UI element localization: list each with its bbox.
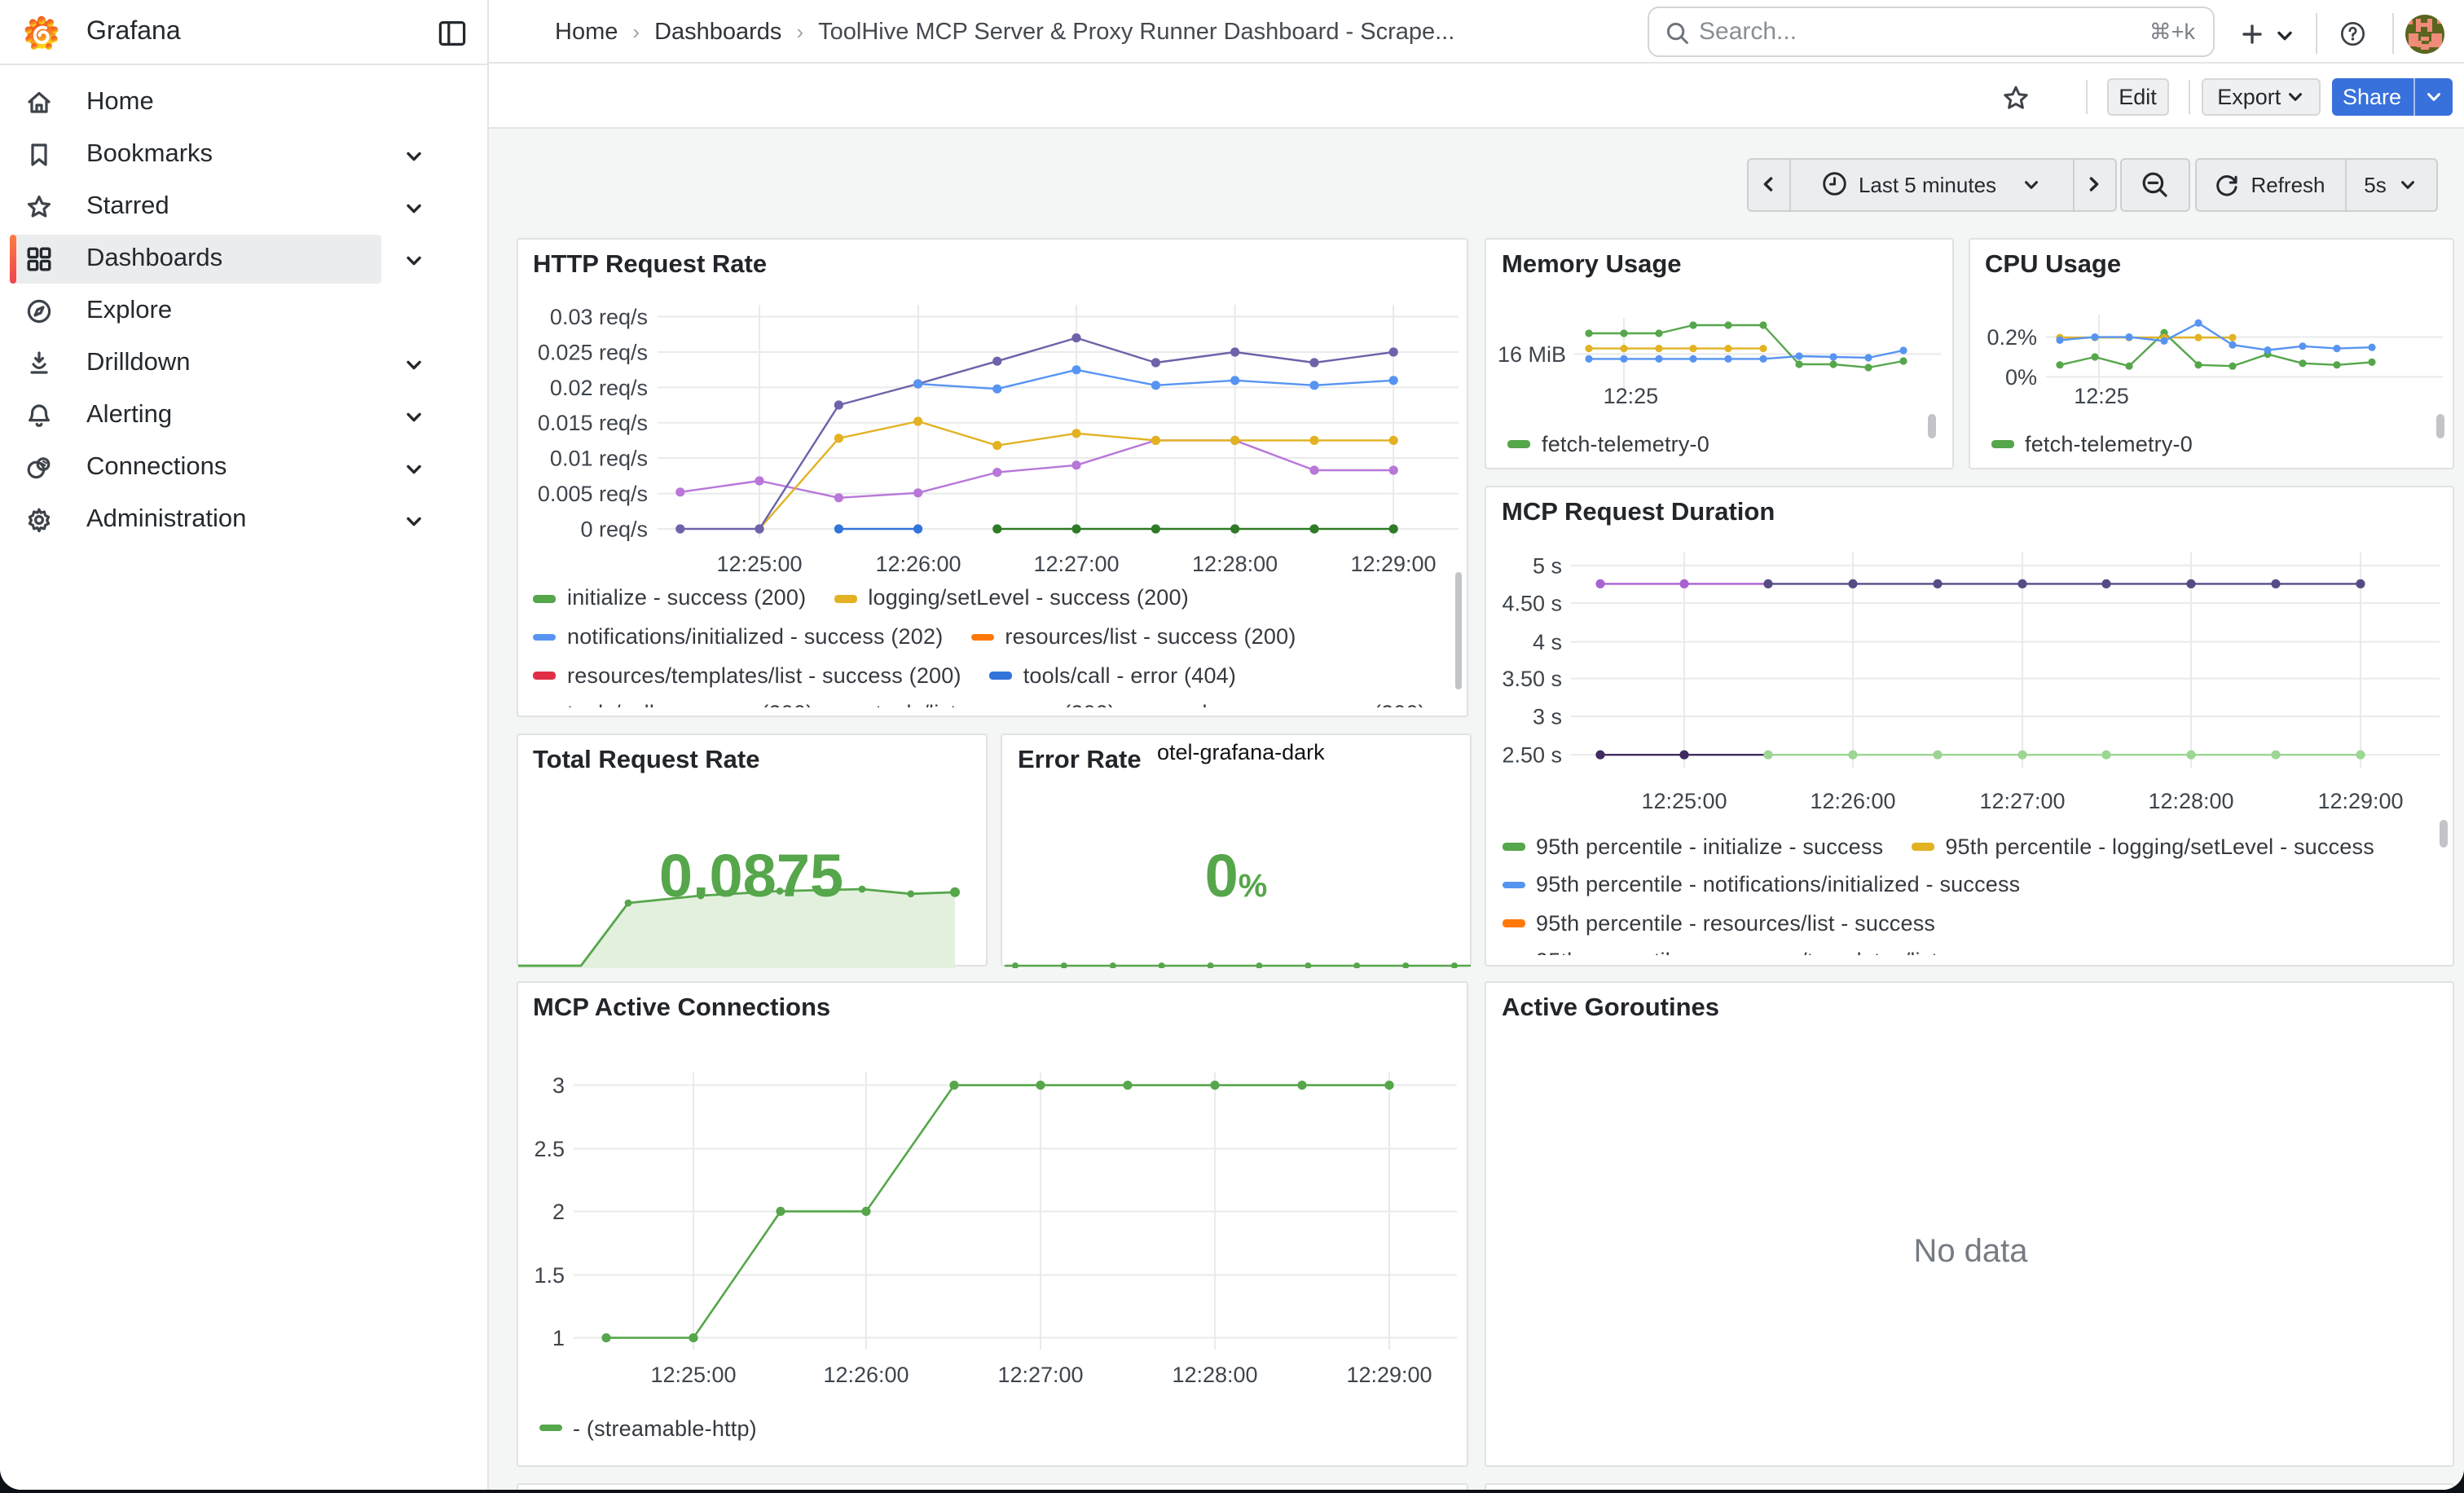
svg-text:2.50 s: 2.50 s xyxy=(1502,742,1562,767)
svg-text:0.015 req/s: 0.015 req/s xyxy=(537,410,647,434)
svg-text:12:25:00: 12:25:00 xyxy=(715,551,801,575)
svg-text:12:28:00: 12:28:00 xyxy=(2148,789,2233,813)
svg-text:12:29:00: 12:29:00 xyxy=(2317,789,2403,813)
svg-text:3.50 s: 3.50 s xyxy=(1502,667,1562,691)
svg-text:3 s: 3 s xyxy=(1533,704,1562,729)
svg-text:4 s: 4 s xyxy=(1533,630,1562,654)
svg-text:12:25: 12:25 xyxy=(2073,383,2128,407)
svg-text:2: 2 xyxy=(552,1200,564,1224)
svg-text:5 s: 5 s xyxy=(1533,553,1562,578)
svg-text:12:27:00: 12:27:00 xyxy=(997,1363,1082,1388)
svg-text:12:29:00: 12:29:00 xyxy=(1349,551,1435,575)
svg-text:16 MiB: 16 MiB xyxy=(1498,341,1566,366)
svg-text:12:26:00: 12:26:00 xyxy=(822,1363,908,1388)
svg-text:0.2%: 0.2% xyxy=(1986,324,2036,349)
svg-text:12:26:00: 12:26:00 xyxy=(874,551,960,575)
svg-text:0.005 req/s: 0.005 req/s xyxy=(537,481,647,505)
svg-text:12:26:00: 12:26:00 xyxy=(1810,789,1895,813)
svg-text:0.03 req/s: 0.03 req/s xyxy=(549,304,647,328)
svg-text:2.5: 2.5 xyxy=(533,1137,564,1161)
svg-text:12:29:00: 12:29:00 xyxy=(1345,1363,1431,1388)
svg-text:0.01 req/s: 0.01 req/s xyxy=(549,445,647,469)
svg-text:12:25: 12:25 xyxy=(1604,383,1659,407)
svg-text:4.50 s: 4.50 s xyxy=(1502,591,1562,615)
svg-text:0 req/s: 0 req/s xyxy=(579,516,647,540)
svg-text:12:27:00: 12:27:00 xyxy=(1979,789,2065,813)
svg-text:12:28:00: 12:28:00 xyxy=(1191,551,1277,575)
svg-text:3: 3 xyxy=(552,1073,564,1098)
svg-text:0%: 0% xyxy=(2004,364,2036,389)
svg-text:12:27:00: 12:27:00 xyxy=(1032,551,1118,575)
svg-text:12:25:00: 12:25:00 xyxy=(1641,789,1727,813)
svg-text:1.5: 1.5 xyxy=(533,1263,564,1288)
svg-text:12:25:00: 12:25:00 xyxy=(649,1363,735,1388)
svg-text:12:28:00: 12:28:00 xyxy=(1171,1363,1256,1388)
svg-text:1: 1 xyxy=(552,1326,564,1350)
svg-text:0.02 req/s: 0.02 req/s xyxy=(549,375,647,399)
svg-text:0.025 req/s: 0.025 req/s xyxy=(537,339,647,363)
